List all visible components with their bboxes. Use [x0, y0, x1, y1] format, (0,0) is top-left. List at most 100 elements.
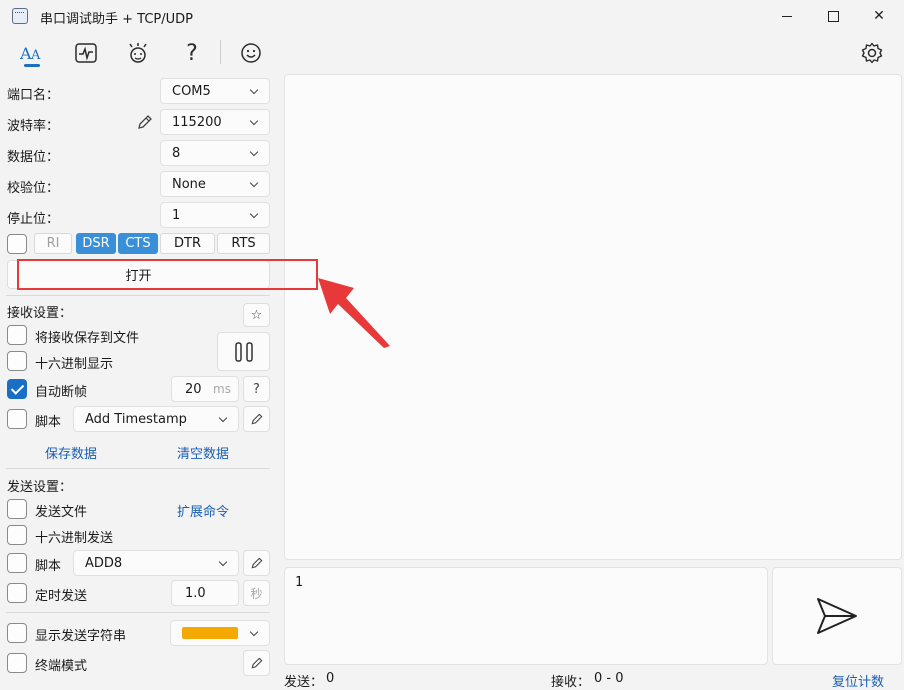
baud-select[interactable]: 115200 — [160, 109, 270, 135]
rts-toggle[interactable]: RTS — [217, 233, 270, 254]
title-bar: 串口调试助手 + TCP/UDP ✕ — [0, 0, 904, 32]
cts-indicator: CTS — [118, 233, 158, 254]
help-icon[interactable]: ? — [178, 40, 206, 66]
terminal-mode-label: 终端模式 — [35, 659, 88, 674]
frame-help-button[interactable]: ? — [243, 376, 270, 402]
divider — [6, 295, 270, 296]
pencil-icon — [251, 557, 262, 569]
auto-frame-label: 自动断帧 — [35, 385, 88, 400]
sent-count-label: 发送： — [284, 675, 324, 690]
hex-display-checkbox[interactable] — [7, 351, 27, 371]
edit-pencil-icon[interactable] — [136, 113, 154, 135]
parity-label: 校验位： — [7, 181, 60, 196]
send-settings-title: 发送设置： — [7, 480, 73, 495]
baud-value: 115200 — [172, 114, 222, 130]
send-file-label: 发送文件 — [35, 505, 88, 520]
chevron-down-icon — [218, 413, 228, 423]
favorite-button[interactable]: ☆ — [243, 303, 270, 327]
timed-send-checkbox[interactable] — [7, 583, 27, 603]
baud-label: 波特率： — [7, 119, 60, 134]
send-script-value: ADD8 — [85, 555, 123, 571]
dtr-toggle[interactable]: DTR — [160, 233, 215, 254]
star-icon: ☆ — [250, 307, 263, 323]
minimize-button[interactable] — [764, 0, 810, 32]
send-string-color-picker[interactable] — [170, 620, 270, 646]
waveform-icon[interactable] — [72, 40, 100, 66]
databits-label: 数据位： — [7, 150, 60, 165]
annotation-arrow-icon — [318, 278, 390, 348]
active-tab-indicator — [24, 64, 40, 67]
send-script-checkbox[interactable] — [7, 553, 27, 573]
maximize-button[interactable] — [810, 0, 856, 32]
terminal-mode-checkbox[interactable] — [7, 653, 27, 673]
timed-send-unit: 秒 — [243, 580, 270, 606]
save-data-link[interactable]: 保存数据 — [45, 443, 97, 462]
edit-terminal-button[interactable] — [243, 650, 270, 676]
pencil-icon — [251, 413, 262, 425]
port-select[interactable]: COM5 — [160, 78, 270, 104]
send-text-input[interactable]: 1 — [284, 567, 768, 665]
close-button[interactable]: ✕ — [856, 0, 902, 32]
receive-script-select[interactable]: Add Timestamp — [73, 406, 239, 432]
plugin-icon[interactable] — [124, 40, 152, 66]
svg-text:A: A — [30, 48, 41, 63]
chevron-down-icon — [249, 116, 259, 126]
chevron-down-icon — [249, 209, 259, 219]
send-button[interactable] — [772, 567, 902, 665]
sent-count-value: 0 — [326, 671, 335, 686]
port-value: COM5 — [172, 83, 211, 99]
pause-button[interactable] — [217, 332, 270, 371]
receive-script-value: Add Timestamp — [85, 411, 187, 427]
window-title: 串口调试助手 + TCP/UDP — [40, 12, 193, 27]
divider — [6, 612, 270, 613]
chevron-down-icon — [249, 85, 259, 95]
clear-data-link[interactable]: 清空数据 — [177, 443, 229, 462]
databits-value: 8 — [172, 145, 181, 161]
chevron-down-icon — [218, 557, 228, 567]
extended-command-link[interactable]: 扩展命令 — [177, 501, 229, 520]
receive-settings-title: 接收设置： — [7, 306, 73, 321]
timed-send-interval-input[interactable]: 1.0 — [171, 580, 239, 606]
send-script-label: 脚本 — [35, 559, 62, 574]
show-send-string-checkbox[interactable] — [7, 623, 27, 643]
gear-icon[interactable] — [858, 40, 886, 66]
font-icon[interactable]: AA — [18, 40, 46, 66]
highlight-annotation-box — [17, 259, 318, 290]
pause-icon — [234, 341, 253, 362]
hex-display-label: 十六进制显示 — [35, 357, 114, 372]
toolbar: AA ? — [0, 34, 904, 72]
color-swatch — [182, 627, 238, 639]
hex-send-label: 十六进制发送 — [35, 531, 114, 546]
dsr-indicator: DSR — [76, 233, 116, 254]
databits-select[interactable]: 8 — [160, 140, 270, 166]
frame-timeout-input[interactable]: 20 ms — [171, 376, 239, 402]
frame-timeout-value: 20 — [185, 381, 202, 397]
received-count-label: 接收： — [551, 675, 591, 690]
pencil-icon — [251, 657, 262, 669]
save-to-file-checkbox[interactable] — [7, 325, 27, 345]
edit-send-script-button[interactable] — [243, 550, 270, 576]
send-file-checkbox[interactable] — [7, 499, 27, 519]
parity-value: None — [172, 176, 206, 192]
smiley-icon[interactable] — [237, 40, 265, 66]
hex-send-checkbox[interactable] — [7, 525, 27, 545]
stopbits-select[interactable]: 1 — [160, 202, 270, 228]
received-count-value: 0 - 0 — [594, 671, 624, 686]
send-script-select[interactable]: ADD8 — [73, 550, 239, 576]
reset-count-link[interactable]: 复位计数 — [832, 671, 884, 690]
serial-port-app-icon — [12, 8, 28, 24]
port-label: 端口名： — [7, 88, 60, 103]
parity-select[interactable]: None — [160, 171, 270, 197]
receive-script-label: 脚本 — [35, 415, 62, 430]
help-icon: ? — [253, 381, 260, 397]
stopbits-label: 停止位： — [7, 212, 60, 227]
receive-script-checkbox[interactable] — [7, 409, 27, 429]
timed-send-interval-value: 1.0 — [185, 585, 206, 601]
chevron-down-icon — [249, 178, 259, 188]
show-send-string-label: 显示发送字符串 — [35, 629, 127, 644]
edit-receive-script-button[interactable] — [243, 406, 270, 432]
chevron-down-icon — [249, 627, 259, 637]
chevron-down-icon — [249, 147, 259, 157]
auto-frame-checkbox[interactable] — [7, 379, 27, 399]
signals-checkbox[interactable] — [7, 234, 27, 254]
